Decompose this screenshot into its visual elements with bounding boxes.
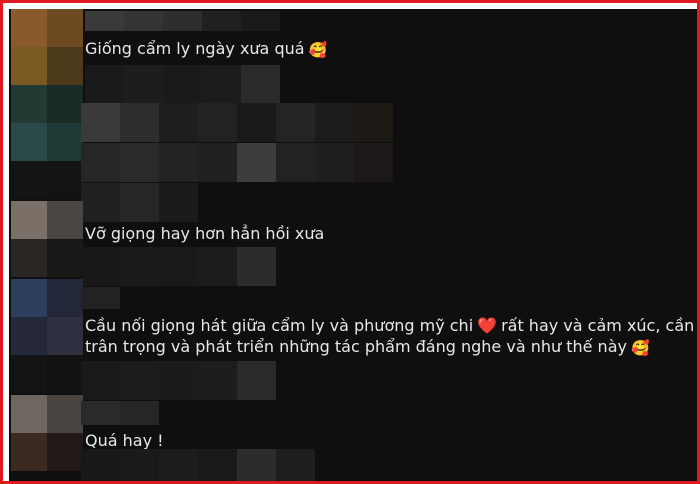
comment-text: Cầu nối giọng hát giữa cẩm ly và phương … (85, 316, 695, 357)
comment-text: Quá hay ! (85, 431, 164, 450)
blurred-reactions (81, 361, 281, 401)
smiling-face-with-hearts-icon: 🥰 (630, 339, 650, 357)
blurred-reactions (85, 65, 280, 105)
blurred-username (85, 11, 285, 31)
blurred-username (81, 401, 163, 425)
smiling-face-with-hearts-icon: 🥰 (308, 41, 328, 59)
comment-text: Giống cẩm ly ngày xưa quá 🥰 (85, 39, 328, 59)
avatar[interactable] (11, 395, 83, 471)
blurred-username (81, 287, 121, 309)
blurred-reactions (81, 247, 281, 287)
comment-feed: Giống cẩm ly ngày xưa quá 🥰 Vỡ giọng hay … (9, 9, 697, 481)
blurred-reactions (81, 449, 321, 481)
avatar[interactable] (11, 85, 83, 199)
comment-text: Vỡ giọng hay hơn hẳn hồi xưa (85, 224, 325, 243)
avatar[interactable] (11, 279, 83, 393)
screenshot-frame: Giống cẩm ly ngày xưa quá 🥰 Vỡ giọng hay … (0, 0, 700, 484)
avatar[interactable] (11, 9, 83, 85)
blurred-reply-block (81, 103, 401, 223)
avatar[interactable] (11, 201, 83, 277)
red-heart-icon: ❤️ (477, 316, 498, 335)
